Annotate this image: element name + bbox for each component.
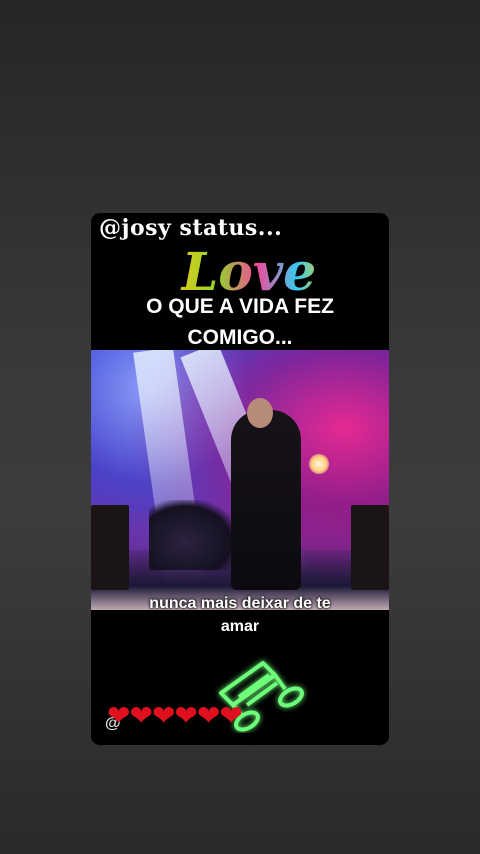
subtitle-line-1: nunca mais deixar de te xyxy=(149,595,331,612)
subtitle-line-2: amar xyxy=(220,618,260,635)
heart-icon: ❤ xyxy=(219,700,243,731)
hearts-row: ❤ ❤ ❤ ❤ ❤ ❤ xyxy=(107,700,243,731)
heart-icon: ❤ xyxy=(107,700,131,731)
singer-figure xyxy=(231,410,301,590)
concert-video-frame[interactable] xyxy=(91,350,389,610)
heart-icon: ❤ xyxy=(151,700,176,731)
headline-line-1: O QUE A VIDA FEZ xyxy=(146,295,334,318)
speaker-right xyxy=(351,505,389,590)
story-headline: O QUE A VIDA FEZ COMIGO... xyxy=(111,291,369,353)
speaker-left xyxy=(91,505,129,590)
headline-line-2: COMIGO... xyxy=(187,326,293,349)
lyrics-subtitle: nunca mais deixar de te amar xyxy=(101,592,379,638)
heart-icon: ❤ xyxy=(174,700,198,731)
singer-head xyxy=(247,398,273,428)
drum-kit xyxy=(149,500,239,570)
story-card[interactable]: @josy status... Love O QUE A VIDA FEZ CO… xyxy=(91,213,389,745)
story-username[interactable]: @josy status... xyxy=(99,215,282,241)
heart-icon: ❤ xyxy=(196,700,221,731)
heart-icon: ❤ xyxy=(129,700,153,731)
stage-lamp xyxy=(309,454,329,474)
